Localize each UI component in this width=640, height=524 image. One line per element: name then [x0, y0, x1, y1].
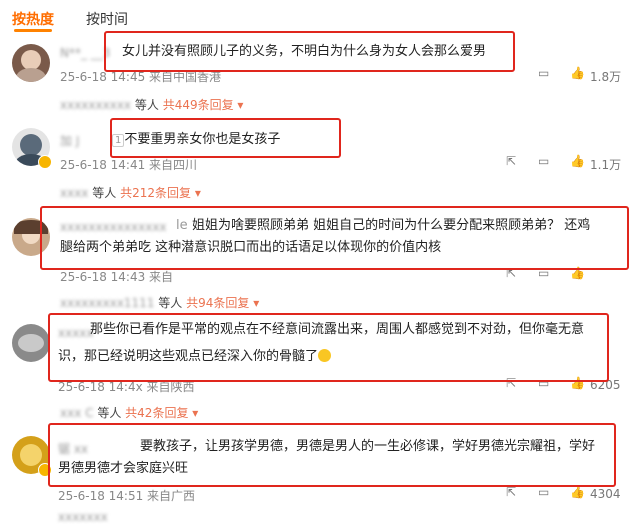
share-icon[interactable]: ⇱	[506, 154, 516, 168]
avatar[interactable]	[12, 324, 50, 362]
reply-username: xxxxxxx	[58, 510, 108, 524]
like-icon[interactable]: 👍	[570, 66, 585, 80]
comment-meta: 25-6-18 14:41 来自四川	[60, 158, 198, 172]
reply-label: 等人	[158, 296, 183, 310]
share-icon[interactable]: ⇱	[506, 485, 516, 499]
reply-username: xxx C	[60, 406, 94, 420]
chevron-down-icon: ▾	[237, 98, 244, 112]
username[interactable]: N**_ __3	[60, 46, 110, 60]
reply-label: 等人	[97, 406, 122, 420]
reply-username: xxxxxxxxxx	[60, 98, 132, 112]
reply-count: 共212条回复	[120, 186, 191, 200]
like-count: 1.1万	[590, 158, 622, 172]
reply-summary[interactable]: xxx C 等人 共42条回复 ▾	[60, 404, 198, 421]
highlight-box	[40, 206, 629, 270]
avatar[interactable]	[12, 44, 50, 82]
reply-username: xxxxxxxxx1111	[60, 296, 155, 310]
reply-count: 共449条回复	[162, 98, 234, 112]
active-tab-indicator	[14, 29, 52, 32]
reply-count: 共42条回复	[125, 406, 189, 420]
reply-summary[interactable]: xxxxxxx	[58, 510, 108, 524]
chevron-down-icon: ▾	[194, 186, 201, 200]
reply-summary[interactable]: xxxxxxxxx1111 等人 共94条回复 ▾	[60, 294, 259, 311]
reply-count: 共94条回复	[186, 296, 250, 310]
reply-label: 等人	[134, 98, 159, 112]
comment-icon[interactable]: ▭	[538, 66, 549, 80]
reply-username: xxxx	[60, 186, 89, 200]
tab-time[interactable]: 按时间	[86, 9, 128, 29]
chevron-down-icon: ▾	[192, 406, 199, 420]
comment-meta: 25-6-18 14:51 来自广西	[58, 489, 196, 503]
comment-icon[interactable]: ▭	[538, 154, 549, 168]
tab-hot[interactable]: 按热度	[12, 9, 54, 29]
highlight-box	[48, 313, 609, 382]
like-count: 4304	[590, 487, 621, 501]
username[interactable]: 加 J	[60, 132, 79, 149]
like-icon[interactable]: 👍	[570, 485, 585, 499]
chevron-down-icon: ▾	[253, 296, 260, 310]
highlight-box	[104, 31, 515, 72]
highlight-box	[48, 423, 616, 487]
reply-label: 等人	[92, 186, 117, 200]
like-icon[interactable]: 👍	[570, 154, 585, 168]
highlight-box	[110, 118, 341, 158]
comment-meta: 25-6-18 14:43 来自	[60, 270, 174, 284]
reply-summary[interactable]: xxxx 等人 共212条回复 ▾	[60, 184, 201, 201]
comment-icon[interactable]: ▭	[538, 485, 549, 499]
verified-badge-icon	[38, 155, 52, 169]
like-count: 1.8万	[590, 70, 622, 84]
reply-summary[interactable]: xxxxxxxxxx 等人 共449条回复 ▾	[60, 96, 243, 113]
